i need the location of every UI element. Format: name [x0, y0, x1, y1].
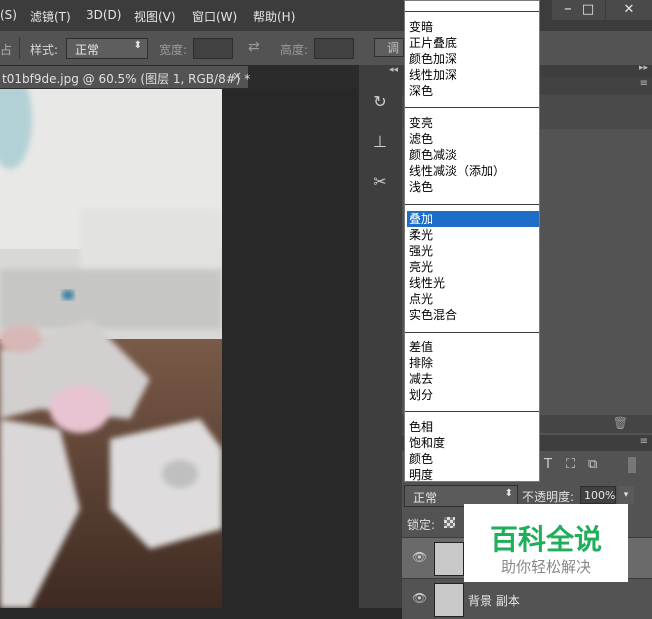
blend-pin-light[interactable]: 点光: [407, 291, 539, 307]
eye-icon[interactable]: 👁: [412, 550, 427, 564]
separator: [405, 411, 539, 412]
blend-lighten[interactable]: 变亮: [407, 115, 539, 131]
expand-arrows-icon[interactable]: ▸▸: [639, 63, 648, 73]
blend-soft-light[interactable]: 柔光: [407, 227, 539, 243]
adjust-edge-label: 调: [387, 41, 400, 55]
menu-3d[interactable]: 3D(D): [86, 8, 121, 22]
adjust-edge-button[interactable]: 调: [374, 38, 404, 57]
layer-name: 背景 副本: [468, 594, 520, 608]
lock-transparency-icon[interactable]: [444, 517, 455, 528]
blend-linear-dodge[interactable]: 线性减淡（添加）: [407, 163, 539, 179]
blend-hard-mix[interactable]: 实色混合: [407, 307, 539, 323]
style-label: 样式:: [30, 43, 59, 57]
blend-color[interactable]: 颜色: [407, 451, 539, 467]
blend-mode-list: 变暗 正片叠底 颜色加深 线性加深 深色 变亮 滤色 颜色减淡 线性减淡（添加）…: [404, 0, 540, 482]
smart-object-filter-icon[interactable]: ⧉: [588, 457, 597, 472]
close-window-icon[interactable]: ✕: [606, 0, 652, 20]
blend-difference[interactable]: 差值: [407, 339, 539, 355]
tool-presets-icon[interactable]: ✂: [365, 169, 395, 195]
opacity-value: 100%: [584, 489, 616, 502]
separator: [405, 204, 539, 205]
shape-filter-icon[interactable]: ⛶: [566, 457, 575, 472]
menu-bar: (S) 滤镜(T) 3D(D) 视图(V) 窗口(W) 帮助(H) − □ ✕: [0, 0, 652, 30]
blend-saturation[interactable]: 饱和度: [407, 435, 539, 451]
layer-thumbnail: [434, 583, 464, 617]
canvas-pasteboard: [222, 89, 358, 608]
height-label: 高度:: [280, 43, 309, 57]
width-field[interactable]: [193, 38, 233, 59]
layer-filter-icons: T ⛶ ⧉: [540, 457, 650, 475]
opacity-field[interactable]: 100%: [580, 486, 616, 504]
clone-source-icon[interactable]: ⊥: [365, 129, 395, 155]
layer-row-background-copy[interactable]: 👁 背景 副本: [402, 578, 652, 619]
blend-subtract[interactable]: 减去: [407, 371, 539, 387]
blend-multiply[interactable]: 正片叠底: [407, 35, 539, 51]
blend-darken[interactable]: 变暗: [407, 19, 539, 35]
document-tab[interactable]: t01bf9de.jpg @ 60.5% (图层 1, RGB/8#) * ×: [0, 66, 251, 88]
blend-hue[interactable]: 色相: [407, 419, 539, 435]
blend-color-dodge[interactable]: 颜色减淡: [407, 147, 539, 163]
opacity-label: 不透明度:: [522, 490, 575, 504]
blend-screen[interactable]: 滤色: [407, 131, 539, 147]
menu-help[interactable]: 帮助(H): [253, 8, 295, 25]
eye-icon[interactable]: 👁: [412, 591, 427, 605]
collapse-arrows-icon[interactable]: ◂◂: [389, 65, 398, 75]
blend-divide[interactable]: 划分: [407, 387, 539, 403]
collapsed-panel-strip: ◂◂ ↻ ⊥ ✂: [358, 65, 403, 608]
blend-mode-value: 正常: [413, 491, 438, 505]
maximize-icon[interactable]: □: [571, 0, 605, 20]
watermark-title: 百科全说: [489, 523, 602, 556]
options-prev-fragment: 占: [0, 43, 13, 57]
separator: [405, 332, 539, 333]
blend-hard-light[interactable]: 强光: [407, 243, 539, 259]
close-tab-icon[interactable]: ×: [232, 69, 242, 83]
lock-label: 锁定:: [407, 518, 436, 532]
blend-lighter-color[interactable]: 浅色: [407, 179, 539, 195]
menu-view[interactable]: 视图(V): [134, 8, 176, 25]
blend-overlay[interactable]: 叠加: [407, 211, 539, 227]
blend-vivid-light[interactable]: 亮光: [407, 259, 539, 275]
document-tab-title: t01bf9de.jpg @ 60.5% (图层 1, RGB/8#) *: [2, 72, 251, 86]
blend-color-burn[interactable]: 颜色加深: [407, 51, 539, 67]
panel-menu-icon[interactable]: ≡: [640, 78, 648, 89]
type-filter-icon[interactable]: T: [544, 457, 552, 472]
chevron-updown-icon: ⬍: [133, 40, 142, 51]
chevron-updown-icon: ⬍: [504, 488, 513, 499]
trash-icon[interactable]: 🗑: [613, 416, 628, 430]
menu-window[interactable]: 窗口(W): [192, 8, 237, 25]
blend-linear-burn[interactable]: 线性加深: [407, 67, 539, 83]
blend-darker-color[interactable]: 深色: [407, 83, 539, 99]
menu-select[interactable]: (S): [0, 8, 17, 22]
menu-filter[interactable]: 滤镜(T): [30, 8, 71, 25]
width-label: 宽度:: [159, 43, 188, 57]
separator: [405, 11, 539, 12]
watermark-logo: 百科全说 助你轻松解决: [464, 504, 628, 582]
options-bar: 占 样式: 正常 ⬍ 宽度: ⇄ 高度: 调: [0, 30, 652, 66]
photo-image: [0, 89, 222, 608]
swap-icon[interactable]: ⇄: [248, 39, 260, 55]
style-value: 正常: [75, 43, 100, 57]
blend-luminosity[interactable]: 明度: [407, 467, 539, 481]
separator: [405, 107, 539, 108]
watermark-subtitle: 助你轻松解决: [500, 558, 591, 576]
filter-toggle[interactable]: [628, 457, 636, 473]
divider: [19, 37, 20, 59]
style-dropdown[interactable]: 正常 ⬍: [66, 38, 148, 59]
height-field[interactable]: [314, 38, 354, 59]
opacity-chevron-icon[interactable]: ▾: [618, 486, 634, 504]
history-icon[interactable]: ↻: [365, 89, 395, 115]
canvas-image[interactable]: [0, 89, 222, 608]
layers-menu-icon[interactable]: ≡: [640, 436, 648, 447]
blend-exclusion[interactable]: 排除: [407, 355, 539, 371]
blend-linear-light[interactable]: 线性光: [407, 275, 539, 291]
layer-thumbnail: [434, 542, 464, 576]
